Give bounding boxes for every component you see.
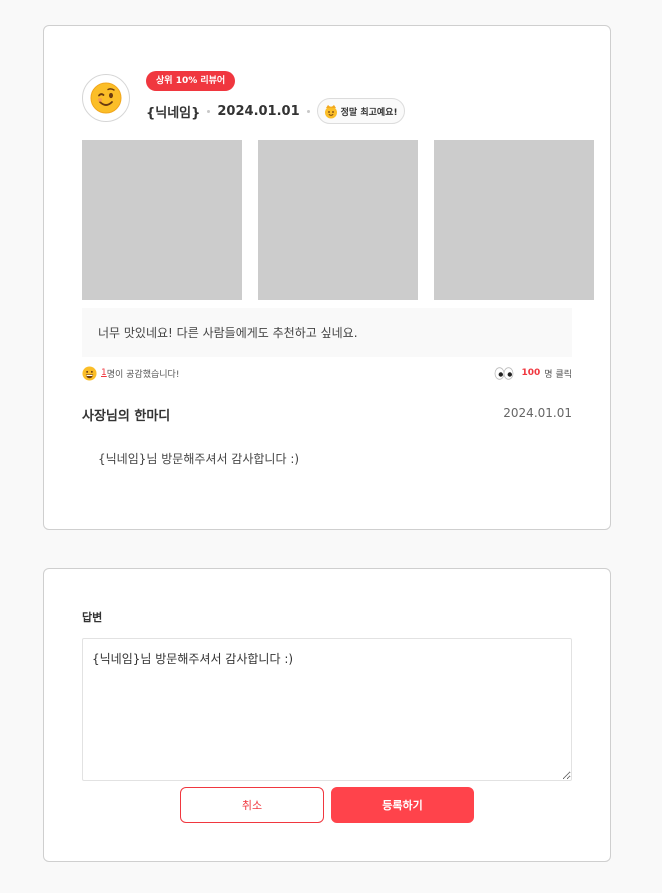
cancel-button[interactable]: 취소 bbox=[180, 787, 324, 823]
click-suffix: 명 클릭 bbox=[544, 369, 572, 380]
avatar bbox=[82, 74, 130, 122]
empathy-suffix: 명이 공감했습니다! bbox=[106, 369, 180, 380]
separator-dot bbox=[207, 109, 211, 113]
review-meta: {닉네임} 2024.01.01 정말 최고예요! bbox=[146, 97, 405, 125]
reply-label: 답변 bbox=[82, 611, 103, 624]
crown-face-icon bbox=[324, 105, 337, 119]
rating-pill: 정말 최고예요! bbox=[316, 98, 405, 124]
review-photo-3[interactable] bbox=[434, 140, 594, 300]
review-photo-1[interactable] bbox=[82, 140, 242, 300]
owner-reply-date: 2024.01.01 bbox=[503, 406, 572, 420]
eyes-icon bbox=[494, 366, 513, 380]
winking-face-icon bbox=[90, 82, 122, 114]
reply-form-card: 답변 {닉네임}님 방문해주셔서 감사합니다 :) 취소 등록하기 bbox=[43, 568, 611, 862]
reviewer-nickname: {닉네임} bbox=[146, 105, 201, 121]
review-date: 2024.01.01 bbox=[217, 103, 300, 119]
owner-reply-text: {닉네임}님 방문해주셔서 감사합니다 :) bbox=[98, 452, 300, 466]
click-count: 100 bbox=[521, 368, 541, 378]
submit-button[interactable]: 등록하기 bbox=[331, 787, 474, 823]
rating-label: 정말 최고예요! bbox=[340, 107, 398, 118]
grinning-face-icon bbox=[82, 365, 97, 381]
review-card: 상위 10% 리뷰어 {닉네임} 2024.01.01 정말 최고예요! 너무 … bbox=[43, 25, 611, 530]
click-info: 100 명 클릭 bbox=[494, 365, 572, 381]
owner-reply-title: 사장님의 한마디 bbox=[82, 409, 171, 424]
reply-textarea[interactable]: {닉네임}님 방문해주셔서 감사합니다 :) bbox=[82, 638, 572, 781]
review-photo-2[interactable] bbox=[258, 140, 418, 300]
separator-dot bbox=[306, 109, 310, 113]
review-text: 너무 맛있네요! 다른 사람들에게도 추천하고 싶네요. bbox=[82, 308, 572, 357]
top-reviewer-badge: 상위 10% 리뷰어 bbox=[146, 71, 236, 91]
empathy-info: 1 명이 공감했습니다! bbox=[82, 365, 179, 381]
